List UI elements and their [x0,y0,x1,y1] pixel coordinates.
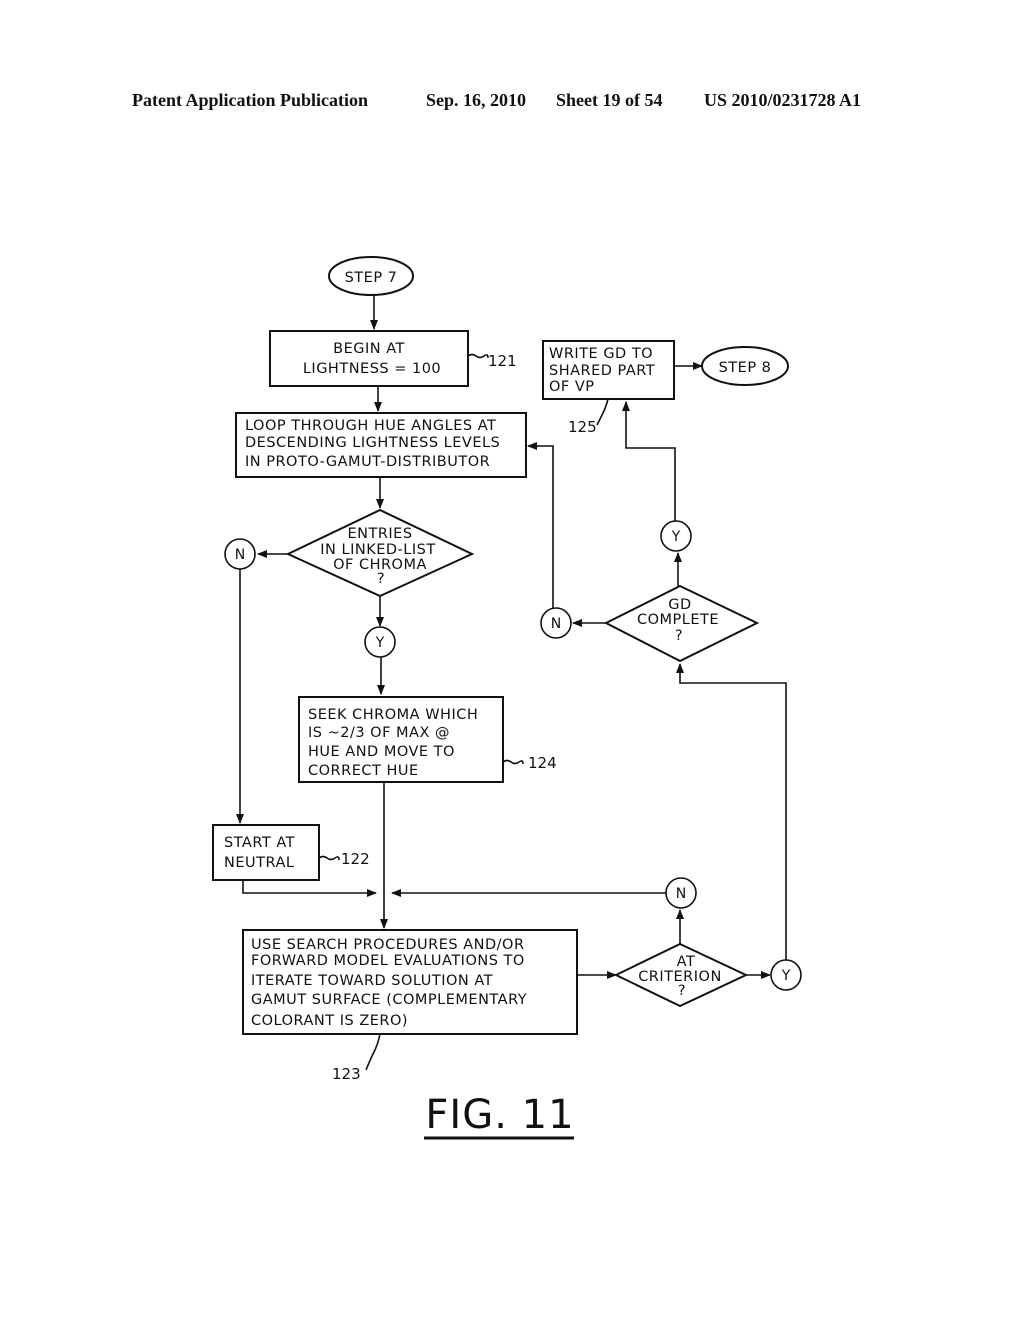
ref-123: 123 [332,1065,361,1083]
criterion-line-3: ? [678,983,686,999]
box-122-line-2: NEUTRAL [224,855,294,871]
process-box-122 [212,824,320,881]
gd-line-1: GD [668,597,691,613]
box-125-line-2: SHARED PART [549,363,655,379]
end-label: STEP 8 [719,360,772,376]
box-123-line-1: USE SEARCH PROCEDURES AND/OR [251,937,525,953]
box-124-line-1: SEEK CHROMA WHICH [308,707,478,723]
ref-125: 125 [568,418,597,436]
no-label-entries: N [235,547,245,563]
ref-124: 124 [528,754,557,772]
process-box-121 [269,330,469,387]
box-123-line-5: COLORANT IS ZERO) [251,1013,408,1029]
yes-label-entries: Y [375,635,385,651]
ref-122: 122 [341,850,370,868]
loop-line-1: LOOP THROUGH HUE ANGLES AT [245,418,496,434]
loop-line-3: IN PROTO-GAMUT-DISTRIBUTOR [245,454,490,470]
gd-line-3: ? [675,628,683,644]
box-123-line-3: ITERATE TOWARD SOLUTION AT [251,973,493,989]
no-label-gd: N [551,616,561,632]
box-125-line-1: WRITE GD TO [549,346,653,362]
box-122-line-1: START AT [224,835,295,851]
entries-line-2: IN LINKED-LIST [320,542,435,558]
ref-121: 121 [488,352,517,370]
no-label-criterion: N [676,886,686,902]
box-123-line-4: GAMUT SURFACE (COMPLEMENTARY [251,992,527,1008]
box-124-line-2: IS ~2/3 OF MAX @ [308,725,450,741]
start-label: STEP 7 [345,270,398,286]
box-125-line-3: OF VP [549,379,595,395]
loop-line-2: DESCENDING LIGHTNESS LEVELS [245,435,500,451]
figure-label: FIG. 11 [425,1092,574,1138]
box-123-line-2: FORWARD MODEL EVALUATIONS TO [251,953,525,969]
box-121-line-2: LIGHTNESS = 100 [303,361,441,377]
yes-label-gd: Y [671,529,681,545]
entries-line-4: ? [377,571,385,587]
box-124-line-4: CORRECT HUE [308,763,419,779]
yes-label-criterion: Y [781,968,791,984]
gd-line-2: COMPLETE [637,612,719,628]
flowchart: STEP 7 STEP 8 BEGIN AT LIGHTNESS = 100 1… [212,256,802,1140]
box-124-line-3: HUE AND MOVE TO [308,744,455,760]
entries-line-1: ENTRIES [347,526,412,542]
box-121-line-1: BEGIN AT [333,341,405,357]
criterion-line-1: AT [677,954,696,970]
